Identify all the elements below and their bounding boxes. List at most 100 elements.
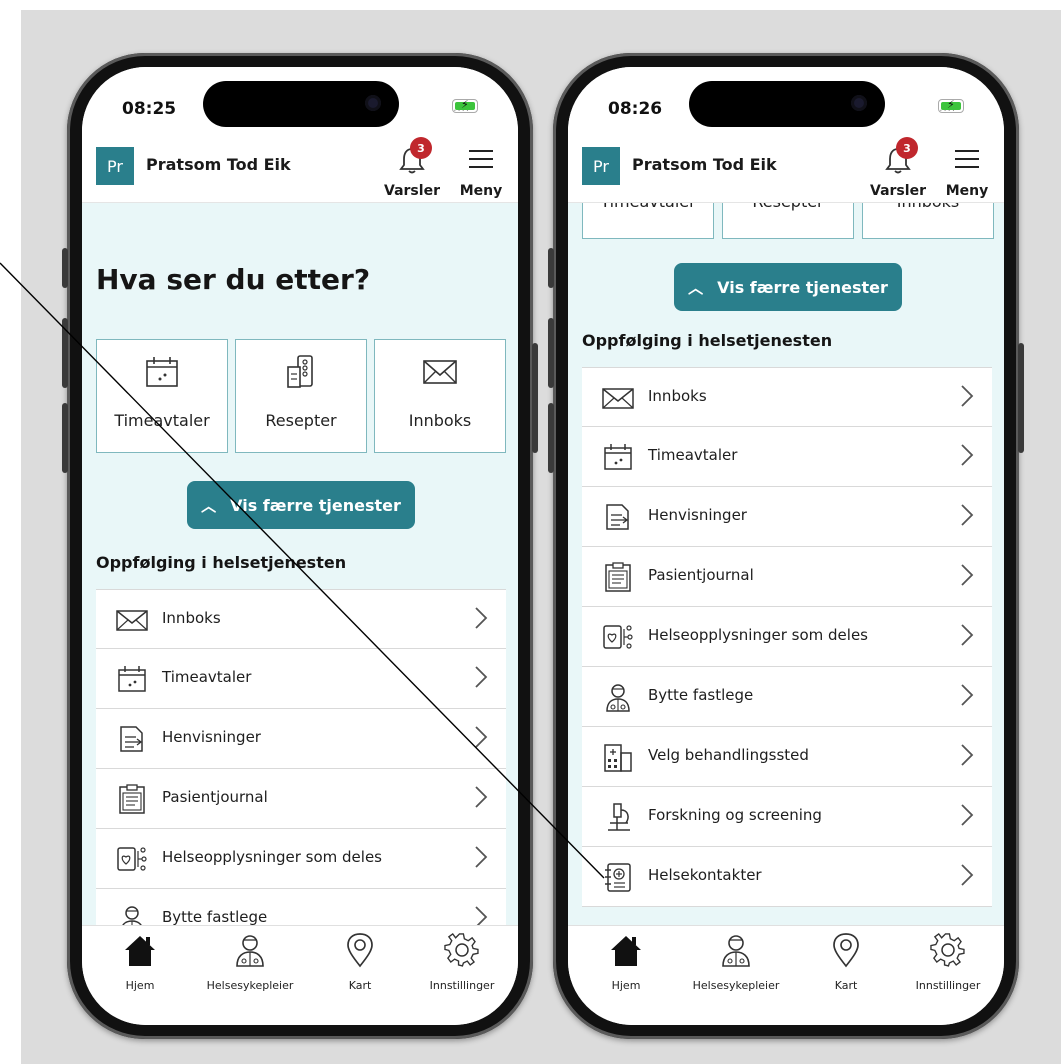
- tab-hjem[interactable]: Hjem: [576, 932, 676, 992]
- referral-icon: [120, 726, 143, 752]
- tab-innstillinger[interactable]: Innstillinger: [898, 932, 998, 992]
- camera: [851, 95, 867, 111]
- tab-innstillinger[interactable]: Innstillinger: [412, 932, 512, 992]
- avatar[interactable]: Pr: [96, 147, 134, 185]
- tab-label: Kart: [348, 979, 372, 992]
- service-list: Innboks Timeavtaler Henvisninger Pasient…: [582, 367, 992, 907]
- list-item-timeavtaler[interactable]: Timeavtaler: [582, 427, 992, 487]
- alerts-label: Varsler: [384, 183, 440, 199]
- list-item-label: Henvisninger: [162, 728, 261, 746]
- phone-power-button: [532, 343, 538, 453]
- list-item-helseopplysninger[interactable]: Helseopplysninger som deles: [582, 607, 992, 667]
- gear-icon: [930, 932, 965, 967]
- phone-volume-up: [548, 318, 554, 388]
- list-item-bytte-fastlege[interactable]: Bytte fastlege: [582, 667, 992, 727]
- hospital-icon: [604, 744, 632, 772]
- phone-action-button: [548, 248, 554, 288]
- list-item-pasientjournal[interactable]: Pasientjournal: [96, 769, 506, 829]
- tab-hjem[interactable]: Hjem: [90, 932, 190, 992]
- tile-label: Resepter: [265, 411, 337, 430]
- alerts-button[interactable]: 3 Varsler: [382, 135, 442, 201]
- tab-label: Hjem: [611, 979, 641, 992]
- tab-bar: Hjem Helsesykepleier Kart Innstillinger: [82, 925, 518, 1025]
- hamburger-icon: [469, 150, 493, 168]
- tab-label: Innstillinger: [429, 979, 495, 992]
- tab-helsesykepleier[interactable]: Helsesykepleier: [686, 932, 786, 992]
- avatar[interactable]: Pr: [582, 147, 620, 185]
- menu-label: Meny: [945, 183, 989, 199]
- tab-helsesykepleier[interactable]: Helsesykepleier: [200, 932, 300, 992]
- chevron-right-icon: [475, 607, 488, 629]
- home-icon: [125, 936, 155, 966]
- chevron-right-icon: [961, 444, 974, 466]
- list-item-pasientjournal[interactable]: Pasientjournal: [582, 547, 992, 607]
- app-header: Pr Pratsom Tod Eik 3 Varsler Meny: [568, 133, 1004, 203]
- tile-innboks[interactable]: Innboks: [862, 203, 994, 239]
- tab-label: Innstillinger: [915, 979, 981, 992]
- list-item-henvisninger[interactable]: Henvisninger: [582, 487, 992, 547]
- alerts-button[interactable]: 3 Varsler: [868, 135, 928, 201]
- tile-timeavtaler[interactable]: Timeavtaler: [96, 339, 228, 453]
- contacts-book-icon: [605, 863, 631, 892]
- main-content[interactable]: Timeavtaler Resepter Innboks ︿ Vis færre…: [568, 203, 1004, 925]
- section-title: Oppfølging i helsetjenesten: [96, 553, 347, 572]
- phone-right: 08:26 .... ⚡ Pr Pratsom Tod Eik 3 Varsle…: [548, 53, 1024, 1039]
- list-item-velg-behandlingssted[interactable]: Velg behandlingssted: [582, 727, 992, 787]
- chevron-right-icon: [961, 684, 974, 706]
- page-title: Hva ser du etter?: [96, 263, 371, 296]
- tile-resepter[interactable]: Resepter: [235, 339, 367, 453]
- menu-button[interactable]: Meny: [452, 135, 510, 201]
- map-pin-icon: [347, 933, 373, 968]
- chevron-right-icon: [475, 726, 488, 748]
- toggle-services-button[interactable]: ︿ Vis færre tjenester: [187, 481, 415, 529]
- screen-right: 08:26 .... ⚡ Pr Pratsom Tod Eik 3 Varsle…: [568, 67, 1004, 1025]
- shared-health-info-icon: [603, 625, 633, 649]
- phone-power-button: [1018, 343, 1024, 453]
- home-icon: [611, 936, 641, 966]
- tab-kart[interactable]: Kart: [796, 932, 896, 992]
- dynamic-island: [203, 81, 399, 127]
- list-item-label: Helseopplysninger som deles: [648, 626, 868, 644]
- list-item-label: Henvisninger: [648, 506, 747, 524]
- list-item-forskning[interactable]: Forskning og screening: [582, 787, 992, 847]
- tile-label: Innboks: [863, 203, 993, 211]
- menu-button[interactable]: Meny: [938, 135, 996, 201]
- list-item-label: Timeavtaler: [648, 446, 738, 464]
- list-item-helseopplysninger[interactable]: Helseopplysninger som deles: [96, 829, 506, 889]
- dynamic-island: [689, 81, 885, 127]
- user-name[interactable]: Pratsom Tod Eik: [146, 155, 291, 174]
- list-item-innboks[interactable]: Innboks: [582, 367, 992, 427]
- tile-resepter[interactable]: Resepter: [722, 203, 854, 239]
- list-item-timeavtaler[interactable]: Timeavtaler: [96, 649, 506, 709]
- chevron-right-icon: [961, 504, 974, 526]
- chevron-right-icon: [961, 804, 974, 826]
- list-item-label: Timeavtaler: [162, 668, 252, 686]
- main-content[interactable]: Hva ser du etter? Timeavtaler Resepter I…: [82, 203, 518, 925]
- user-name[interactable]: Pratsom Tod Eik: [632, 155, 777, 174]
- status-time: 08:26: [608, 99, 663, 119]
- toggle-services-label: Vis færre tjenester: [230, 495, 401, 515]
- screen-left: 08:25 .... ⚡ Pr Pratsom Tod Eik 3 Varsle…: [82, 67, 518, 1025]
- chevron-up-icon: ︿: [201, 496, 217, 515]
- microscope-icon: [608, 803, 630, 831]
- chevron-right-icon: [961, 385, 974, 407]
- tile-label: Resepter: [723, 203, 853, 211]
- list-item-bytte-fastlege[interactable]: Bytte fastlege: [96, 889, 506, 925]
- referral-icon: [606, 504, 629, 530]
- list-item-label: Forskning og screening: [648, 806, 822, 824]
- calendar-icon: [604, 444, 632, 470]
- map-pin-icon: [833, 933, 859, 968]
- tile-label: Timeavtaler: [114, 411, 210, 430]
- toggle-services-button[interactable]: ︿ Vis færre tjenester: [674, 263, 902, 311]
- tile-innboks[interactable]: Innboks: [374, 339, 506, 453]
- tab-bar: Hjem Helsesykepleier Kart Innstillinger: [568, 925, 1004, 1025]
- alerts-count-badge: 3: [410, 137, 432, 159]
- envelope-icon: [602, 388, 634, 409]
- tile-label: Innboks: [408, 411, 472, 430]
- tab-kart[interactable]: Kart: [310, 932, 410, 992]
- list-item-helsekontakter[interactable]: Helsekontakter: [582, 847, 992, 907]
- tile-timeavtaler[interactable]: Timeavtaler: [582, 203, 714, 239]
- status-time: 08:25: [122, 99, 177, 119]
- list-item-henvisninger[interactable]: Henvisninger: [96, 709, 506, 769]
- list-item-innboks[interactable]: Innboks: [96, 589, 506, 649]
